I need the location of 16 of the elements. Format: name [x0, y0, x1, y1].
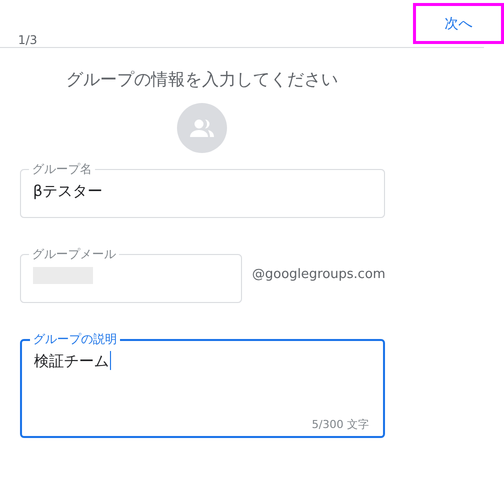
next-button[interactable]: 次へ: [413, 3, 504, 44]
group-avatar[interactable]: [177, 103, 227, 153]
text-cursor: [110, 351, 111, 370]
field-label: グループ名: [31, 161, 93, 178]
text-area[interactable]: グループの説明 検証チーム 5/300 文字: [20, 331, 385, 438]
step-indicator: 1/3: [18, 33, 38, 47]
input-field[interactable]: グループメール: [20, 246, 242, 303]
email-domain: @googlegroups.com: [252, 267, 386, 282]
field-label: グループメール: [31, 246, 117, 263]
character-counter: 5/300 文字: [312, 417, 369, 432]
field-value: 検証チーム: [34, 352, 109, 371]
field-value: βテスター: [33, 182, 103, 201]
input-field[interactable]: グループ名 βテスター: [20, 161, 385, 218]
page-title: グループの情報を入力してください: [65, 69, 339, 91]
people-icon: [189, 119, 215, 137]
field-label: グループの説明: [32, 331, 118, 348]
